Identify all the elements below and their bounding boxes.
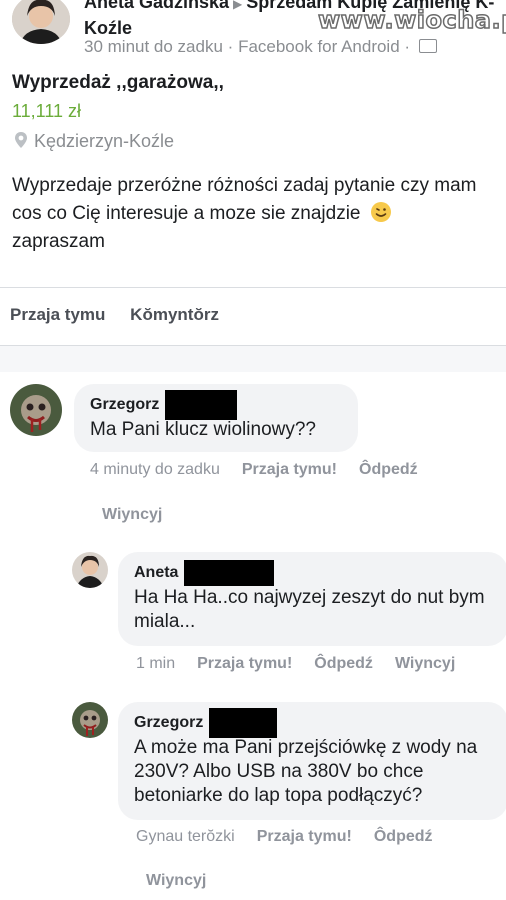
reply-reply-button[interactable]: Ôdpedź [314,655,373,672]
post-author-name[interactable]: Aneta Gadzinska [84,0,229,12]
comment-actions: 4 minuty do zadku Przaja tymu! Ôdpedź [90,461,440,479]
watermark: www.wiocha.pl [317,5,506,35]
smile-emoji-icon [370,202,391,222]
comment-button[interactable]: Kŏmyntŏrz [130,305,219,324]
reply-more-button[interactable]: Wiyncyj [395,655,455,672]
post-source: Facebook for Android [238,37,400,56]
reply-bubble: Grzegorz A może ma Pani przejściówkę z w… [118,702,506,820]
reply-author-name[interactable]: Aneta [134,564,178,582]
reply-text: Ha Ha Ha..co najwyzej zeszyt do nut bym … [134,587,485,632]
listing-description: Wyprzedaje przeróżne różności zadaj pyta… [12,172,492,256]
listing-title: Wyprzedaż ,,garażowa,, [12,72,224,93]
reply-actions: 1 min Przaja tymu! Ôdpedź Wiyncyj [136,655,477,673]
commenter-name[interactable]: Grzegorz [90,396,159,414]
post-time[interactable]: 30 minut do zadku [84,37,223,56]
redaction-box [184,560,275,586]
location-text: Kędzierzyn-Koźle [34,131,175,151]
reply-author-name[interactable]: Grzegorz [134,714,203,732]
arrow-right-icon: ▶ [233,0,243,11]
reply-time[interactable]: 1 min [136,655,175,672]
location-pin-icon [15,132,27,148]
reply-time[interactable]: Gynau terŏzki [136,828,235,845]
reply-bubble: Aneta Ha Ha Ha..co najwyzej zeszyt do nu… [118,552,506,646]
reply-avatar[interactable] [72,552,108,588]
reply-actions: Gynau terŏzki Przaja tymu! Ôdpedź [136,828,455,846]
comment-more-button[interactable]: Wiyncyj [102,506,162,524]
comment-reply-button[interactable]: Ôdpedź [359,461,418,478]
reply-text: A może ma Pani przejściówkę z wody na 23… [134,737,478,806]
description-closing: zapraszam [12,231,105,252]
listing-price: 11,111 zł [12,101,82,121]
meta-separator: · [404,37,411,56]
description-text: Wyprzedaje przeróżne różności zadaj pyta… [12,175,477,224]
comment-time[interactable]: 4 minuty do zadku [90,461,220,478]
reply-like-button[interactable]: Przaja tymu! [197,655,292,672]
audience-icon [418,39,437,53]
reply-more-button[interactable]: Wiyncyj [146,872,206,890]
post-author-avatar[interactable] [12,0,70,44]
redaction-box [165,390,238,420]
comment-bubble: Grzegorz Ma Pani klucz wiolinowy?? [74,384,358,452]
post-action-bar: Przaja tymu Kŏmyntŏrz [10,305,239,325]
listing-location: Kędzierzyn-Koźle [14,131,174,152]
comment-text: Ma Pani klucz wiolinowy?? [90,419,316,440]
reply-like-button[interactable]: Przaja tymu! [257,828,352,845]
reply-reply-button[interactable]: Ôdpedź [374,828,433,845]
reply-avatar[interactable] [72,702,108,738]
redaction-box [209,708,278,738]
section-gap [0,346,506,372]
commenter-avatar[interactable] [10,384,62,436]
post-meta: 30 minut do zadku · Facebook for Android… [84,37,437,57]
comment-like-button[interactable]: Przaja tymu! [242,461,337,478]
meta-separator: · [227,37,234,56]
like-button[interactable]: Przaja tymu [10,305,105,324]
divider [0,287,506,288]
